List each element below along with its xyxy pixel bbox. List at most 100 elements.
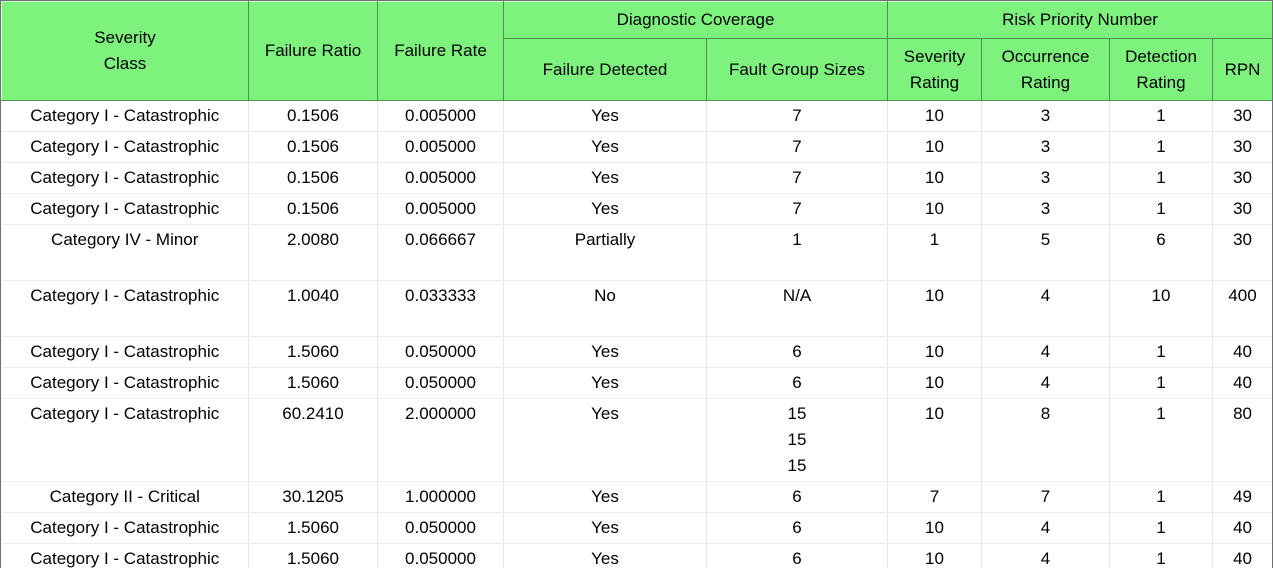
cell-failure-detected[interactable]: No [503, 280, 707, 337]
cell-failure-rate[interactable]: 0.005000 [377, 162, 504, 194]
table-row[interactable]: Category II - Critical 30.1205 1.000000 … [1, 481, 1272, 513]
header-risk-priority-number[interactable]: Risk Priority Number [886, 1, 1272, 40]
cell-failure-ratio[interactable]: 1.5060 [248, 367, 378, 399]
cell-failure-detected[interactable]: Yes [503, 543, 707, 568]
cell-detection-rating[interactable]: 1 [1109, 162, 1213, 194]
cell-severity-rating[interactable]: 7 [887, 481, 982, 513]
cell-severity-rating[interactable]: 1 [887, 224, 982, 281]
cell-severity-class[interactable]: Category I - Catastrophic [1, 512, 249, 544]
table-row[interactable]: Category I - Catastrophic 1.5060 0.05000… [1, 336, 1272, 368]
cell-severity-class[interactable]: Category II - Critical [1, 481, 249, 513]
cell-failure-rate[interactable]: 1.000000 [377, 481, 504, 513]
cell-failure-ratio[interactable]: 60.2410 [248, 398, 378, 482]
cell-rpn[interactable]: 49 [1212, 481, 1272, 513]
cell-rpn[interactable]: 400 [1212, 280, 1272, 337]
cell-failure-rate[interactable]: 0.050000 [377, 336, 504, 368]
cell-failure-rate[interactable]: 0.050000 [377, 543, 504, 568]
cell-rpn[interactable]: 80 [1212, 398, 1272, 482]
table-row[interactable]: Category I - Catastrophic 0.1506 0.00500… [1, 193, 1272, 225]
cell-failure-rate[interactable]: 0.033333 [377, 280, 504, 337]
cell-severity-class[interactable]: Category I - Catastrophic [1, 131, 249, 163]
cell-rpn[interactable]: 30 [1212, 162, 1272, 194]
cell-failure-rate[interactable]: 0.066667 [377, 224, 504, 281]
cell-severity-class[interactable]: Category I - Catastrophic [1, 100, 249, 132]
cell-detection-rating[interactable]: 1 [1109, 398, 1213, 482]
cell-rpn[interactable]: 30 [1212, 224, 1272, 281]
cell-occurrence-rating[interactable]: 4 [981, 280, 1110, 337]
header-fault-group-sizes[interactable]: Fault Group Sizes [706, 38, 888, 101]
header-failure-rate[interactable]: Failure Rate [377, 1, 504, 101]
cell-fault-group-sizes[interactable]: 6 [706, 367, 888, 399]
cell-occurrence-rating[interactable]: 3 [981, 131, 1110, 163]
cell-severity-rating[interactable]: 10 [887, 131, 982, 163]
cell-occurrence-rating[interactable]: 3 [981, 100, 1110, 132]
cell-occurrence-rating[interactable]: 4 [981, 367, 1110, 399]
cell-failure-ratio[interactable]: 1.0040 [248, 280, 378, 337]
cell-occurrence-rating[interactable]: 3 [981, 193, 1110, 225]
cell-severity-rating[interactable]: 10 [887, 280, 982, 337]
cell-failure-ratio[interactable]: 0.1506 [248, 193, 378, 225]
cell-fault-group-sizes[interactable]: 15 15 15 [706, 398, 888, 482]
table-row[interactable]: Category I - Catastrophic 1.5060 0.05000… [1, 543, 1272, 568]
cell-fault-group-sizes[interactable]: 1 [706, 224, 888, 281]
cell-severity-rating[interactable]: 10 [887, 193, 982, 225]
cell-failure-detected[interactable]: Partially [503, 224, 707, 281]
table-row[interactable]: Category I - Catastrophic 0.1506 0.00500… [1, 131, 1272, 163]
cell-severity-rating[interactable]: 10 [887, 100, 982, 132]
cell-severity-class[interactable]: Category I - Catastrophic [1, 543, 249, 568]
cell-detection-rating[interactable]: 1 [1109, 131, 1213, 163]
cell-detection-rating[interactable]: 1 [1109, 336, 1213, 368]
cell-failure-rate[interactable]: 0.005000 [377, 100, 504, 132]
cell-failure-detected[interactable]: Yes [503, 398, 707, 482]
cell-severity-rating[interactable]: 10 [887, 162, 982, 194]
cell-severity-class[interactable]: Category I - Catastrophic [1, 193, 249, 225]
cell-rpn[interactable]: 40 [1212, 543, 1272, 568]
cell-fault-group-sizes[interactable]: N/A [706, 280, 888, 337]
cell-detection-rating[interactable]: 1 [1109, 543, 1213, 568]
header-failure-detected[interactable]: Failure Detected [503, 38, 707, 101]
cell-severity-class[interactable]: Category I - Catastrophic [1, 367, 249, 399]
cell-failure-ratio[interactable]: 1.5060 [248, 543, 378, 568]
cell-occurrence-rating[interactable]: 4 [981, 336, 1110, 368]
cell-failure-rate[interactable]: 0.050000 [377, 367, 504, 399]
cell-failure-ratio[interactable]: 30.1205 [248, 481, 378, 513]
cell-severity-rating[interactable]: 10 [887, 398, 982, 482]
cell-failure-detected[interactable]: Yes [503, 131, 707, 163]
header-occurrence-rating[interactable]: Occurrence Rating [981, 38, 1110, 101]
cell-failure-ratio[interactable]: 0.1506 [248, 100, 378, 132]
cell-severity-rating[interactable]: 10 [887, 336, 982, 368]
cell-rpn[interactable]: 40 [1212, 367, 1272, 399]
cell-occurrence-rating[interactable]: 3 [981, 162, 1110, 194]
cell-failure-detected[interactable]: Yes [503, 367, 707, 399]
cell-rpn[interactable]: 30 [1212, 193, 1272, 225]
table-row[interactable]: Category IV - Minor 2.0080 0.066667 Part… [1, 224, 1272, 281]
header-failure-ratio[interactable]: Failure Ratio [248, 1, 378, 101]
table-row[interactable]: Category I - Catastrophic 1.5060 0.05000… [1, 367, 1272, 399]
cell-failure-ratio[interactable]: 0.1506 [248, 162, 378, 194]
cell-detection-rating[interactable]: 1 [1109, 367, 1213, 399]
cell-occurrence-rating[interactable]: 4 [981, 543, 1110, 568]
cell-severity-rating[interactable]: 10 [887, 367, 982, 399]
cell-detection-rating[interactable]: 10 [1109, 280, 1213, 337]
cell-rpn[interactable]: 30 [1212, 100, 1272, 132]
cell-failure-detected[interactable]: Yes [503, 481, 707, 513]
cell-failure-ratio[interactable]: 0.1506 [248, 131, 378, 163]
cell-severity-class[interactable]: Category I - Catastrophic [1, 336, 249, 368]
cell-failure-detected[interactable]: Yes [503, 100, 707, 132]
cell-detection-rating[interactable]: 1 [1109, 193, 1213, 225]
header-severity-class[interactable]: Severity Class [1, 1, 249, 101]
header-diagnostic-coverage[interactable]: Diagnostic Coverage [503, 1, 888, 40]
table-row[interactable]: Category I - Catastrophic 60.2410 2.0000… [1, 398, 1272, 482]
table-row[interactable]: Category I - Catastrophic 0.1506 0.00500… [1, 162, 1272, 194]
cell-detection-rating[interactable]: 1 [1109, 100, 1213, 132]
table-row[interactable]: Category I - Catastrophic 1.0040 0.03333… [1, 280, 1272, 337]
cell-fault-group-sizes[interactable]: 7 [706, 100, 888, 132]
table-row[interactable]: Category I - Catastrophic 0.1506 0.00500… [1, 100, 1272, 132]
cell-failure-rate[interactable]: 0.050000 [377, 512, 504, 544]
cell-occurrence-rating[interactable]: 4 [981, 512, 1110, 544]
cell-rpn[interactable]: 40 [1212, 336, 1272, 368]
cell-failure-detected[interactable]: Yes [503, 162, 707, 194]
cell-fault-group-sizes[interactable]: 6 [706, 481, 888, 513]
cell-failure-detected[interactable]: Yes [503, 193, 707, 225]
cell-occurrence-rating[interactable]: 7 [981, 481, 1110, 513]
